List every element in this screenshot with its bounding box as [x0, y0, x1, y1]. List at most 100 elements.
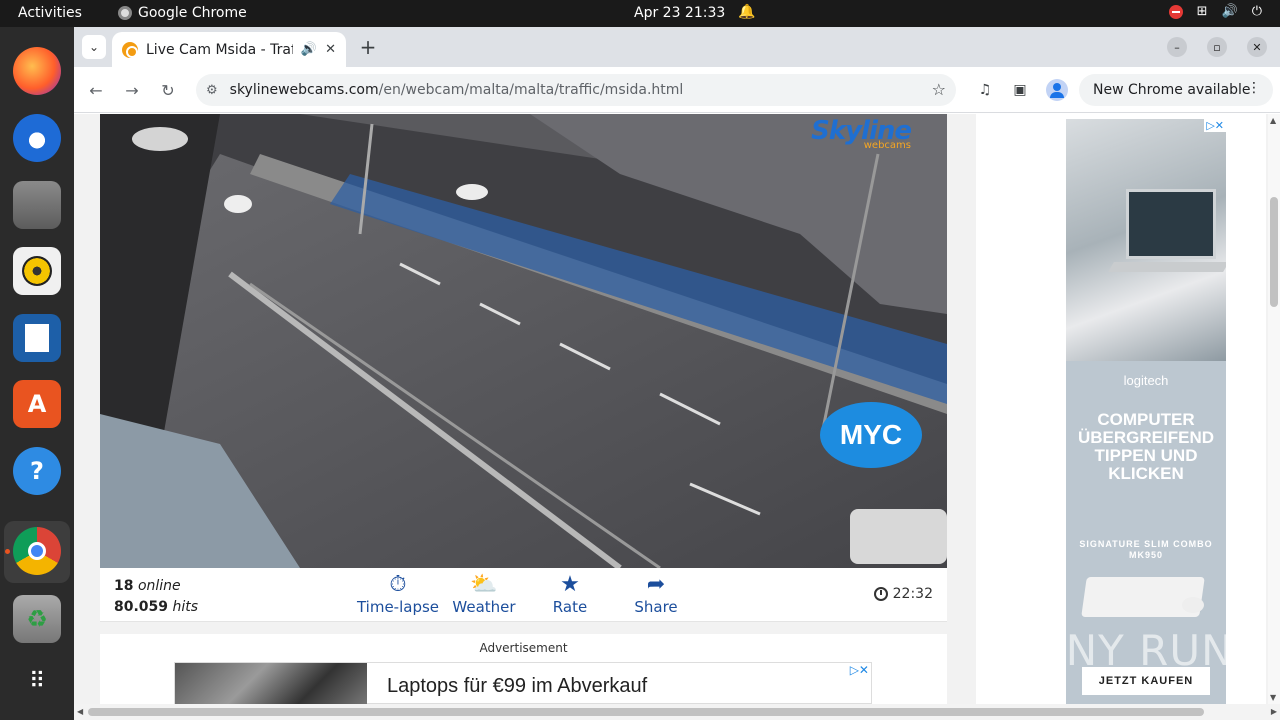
laptop-ad-image: [175, 663, 367, 704]
chrome-update-button[interactable]: New Chrome available ⋮: [1079, 74, 1273, 106]
clock[interactable]: Apr 23 21:33: [634, 5, 725, 21]
skyline-webcams-logo: Skyline webcams: [811, 116, 912, 151]
menu-dots-icon[interactable]: ⋮: [1247, 80, 1261, 96]
scroll-down-arrow-icon[interactable]: ▼: [1270, 693, 1276, 702]
laptop-ad-banner[interactable]: Laptops für €99 im Abverkauf ▷✕: [174, 662, 872, 704]
ad-laptop-base: [1108, 262, 1226, 272]
system-tray[interactable]: ⊞ 🔊 ⏻: [1168, 4, 1262, 19]
files-icon[interactable]: [13, 181, 61, 229]
url-host: skylinewebcams.com: [229, 82, 379, 98]
status-alert-icon[interactable]: [1168, 4, 1183, 19]
maximize-button[interactable]: ▫: [1207, 37, 1227, 57]
bookmark-star-icon[interactable]: ☆: [932, 80, 946, 99]
tab-search-chevron-icon[interactable]: ⌄: [82, 35, 106, 59]
url-path: /en/webcam/malta/malta/traffic/msida.htm…: [378, 82, 684, 98]
clock-icon: [873, 587, 888, 601]
ad-laptop-image: [1126, 189, 1216, 259]
ad-product-name: SIGNATURE SLIM COMBO MK950: [1079, 539, 1213, 560]
online-count: 18: [114, 578, 134, 594]
tab-audio-icon[interactable]: 🔊: [301, 42, 317, 57]
activities-button[interactable]: Activities: [18, 5, 82, 21]
reload-button[interactable]: ↻: [157, 79, 179, 101]
help-icon[interactable]: ?: [13, 447, 61, 495]
page-viewport: Skyline webcams MYC 18 online 80.059 hit…: [74, 114, 1280, 704]
site-info-icon[interactable]: ⚙: [206, 83, 218, 98]
app-menu[interactable]: Google Chrome: [118, 5, 247, 21]
tab-strip: ⌄ Live Cam Msida - Traffi 🔊 ✕ + – ▫ ✕: [74, 27, 1280, 67]
horizontal-scroll-thumb[interactable]: [88, 708, 1204, 716]
logitech-ad[interactable]: ▷✕ logitech COMPUTER ÜBERGREIFEND TIPPEN…: [1066, 119, 1226, 704]
rate-button[interactable]: ★ Rate: [525, 572, 615, 616]
timelapse-icon: ⏱: [389, 572, 407, 597]
timelapse-button[interactable]: ⏱ Time-lapse: [353, 572, 443, 616]
minimize-button[interactable]: –: [1167, 37, 1187, 57]
hits-label: hits: [172, 599, 199, 615]
system-top-bar: Activities Google Chrome Apr 23 21:33 🔔 …: [0, 0, 1280, 27]
app-name-label: Google Chrome: [138, 5, 247, 21]
share-label: Share: [634, 598, 678, 616]
tab-close-icon[interactable]: ✕: [325, 42, 336, 57]
main-content: Skyline webcams MYC 18 online 80.059 hit…: [100, 114, 947, 704]
weather-icon: ⛅: [470, 572, 498, 597]
rhythmbox-icon[interactable]: [13, 247, 61, 295]
share-button[interactable]: ➦ Share: [611, 572, 701, 616]
ad-headline: COMPUTER ÜBERGREIFEND TIPPEN UND KLICKEN: [1077, 410, 1214, 483]
vertical-scrollbar[interactable]: ▲ ▼: [1268, 114, 1280, 704]
libreoffice-writer-icon[interactable]: [13, 314, 61, 362]
trash-icon[interactable]: ♻: [13, 595, 61, 643]
webcam-stream[interactable]: Skyline webcams MYC: [100, 114, 947, 568]
chrome-icon[interactable]: [13, 527, 61, 575]
firefox-icon[interactable]: [13, 47, 61, 95]
chrome-small-icon: [118, 6, 132, 20]
update-label: New Chrome available: [1093, 82, 1251, 98]
chrome-window: ⌄ Live Cam Msida - Traffi 🔊 ✕ + – ▫ ✕ ← …: [74, 27, 1280, 720]
power-icon[interactable]: ⏻: [1252, 4, 1262, 19]
dock: A ? ♻ ⠿: [0, 27, 74, 720]
thunderbird-icon[interactable]: [13, 114, 61, 162]
anyrun-watermark: ANY RUN: [1036, 626, 1234, 675]
share-icon: ➦: [646, 572, 666, 597]
skyline-favicon-icon: [122, 41, 138, 58]
webcam-frame: [100, 114, 947, 568]
volume-icon[interactable]: 🔊: [1222, 4, 1238, 19]
viewer-stats: 18 online 80.059 hits: [114, 576, 198, 618]
online-label: online: [137, 578, 181, 594]
network-icon[interactable]: ⊞: [1197, 4, 1208, 19]
media-controls-icon[interactable]: ♫: [974, 79, 996, 101]
adchoices-icon[interactable]: ▷✕: [1204, 119, 1226, 132]
hits-count: 80.059: [114, 599, 169, 615]
weather-label: Weather: [452, 598, 516, 616]
profile-avatar[interactable]: [1046, 79, 1068, 101]
right-sidebar: ▷✕ logitech COMPUTER ÜBERGREIFEND TIPPEN…: [976, 114, 1266, 704]
horizontal-scrollbar[interactable]: ◀ ▶: [74, 704, 1280, 720]
scroll-left-arrow-icon[interactable]: ◀: [77, 707, 83, 716]
back-button[interactable]: ←: [85, 79, 107, 101]
webcam-info-bar: 18 online 80.059 hits ⏱ Time-lapse ⛅ Wea…: [100, 568, 947, 622]
myc-overlay-badge: MYC: [820, 402, 922, 468]
ad-brand: logitech: [1123, 373, 1169, 388]
weather-button[interactable]: ⛅ Weather: [439, 572, 529, 616]
scroll-right-arrow-icon[interactable]: ▶: [1271, 707, 1277, 716]
forward-button[interactable]: →: [121, 79, 143, 101]
vertical-scroll-thumb[interactable]: [1270, 197, 1278, 307]
tab-live-cam[interactable]: Live Cam Msida - Traffi 🔊 ✕: [112, 32, 346, 67]
ad-mouse-image: [1182, 597, 1204, 613]
address-bar[interactable]: ⚙ skylinewebcams.com/en/webcam/malta/mal…: [196, 74, 956, 106]
laptop-ad-text: Laptops für €99 im Abverkauf: [387, 675, 648, 697]
webcam-local-time: 22:32: [873, 586, 933, 602]
advertisement-label: Advertisement: [479, 641, 568, 655]
adchoices-close-icon[interactable]: ▷✕: [850, 663, 869, 677]
browser-toolbar: ← → ↻ ⚙ skylinewebcams.com/en/webcam/mal…: [74, 67, 1280, 113]
running-indicator: [5, 549, 10, 554]
show-apps-icon[interactable]: ⠿: [13, 657, 61, 705]
side-panel-icon[interactable]: ▣: [1009, 79, 1031, 101]
close-window-button[interactable]: ✕: [1247, 37, 1267, 57]
notification-bell-icon[interactable]: 🔔: [738, 4, 755, 20]
timelapse-label: Time-lapse: [356, 598, 440, 616]
new-tab-button[interactable]: +: [356, 35, 380, 59]
rate-label: Rate: [552, 598, 588, 616]
app-center-icon[interactable]: A: [13, 380, 61, 428]
scroll-up-arrow-icon[interactable]: ▲: [1270, 116, 1276, 125]
star-icon: ★: [560, 572, 580, 597]
local-time-value: 22:32: [892, 586, 933, 602]
